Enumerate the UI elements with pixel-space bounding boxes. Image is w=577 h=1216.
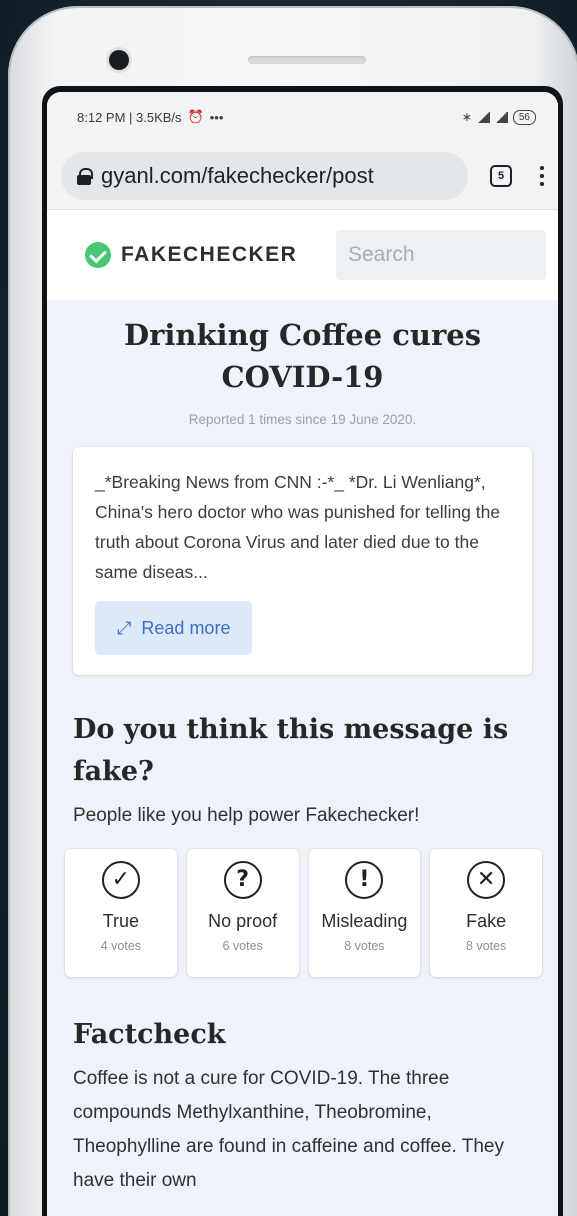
vote-option-true[interactable]: ✓ True 4 votes <box>65 849 177 977</box>
more-menu-icon[interactable] <box>540 165 544 186</box>
message-card: _*Breaking News from CNN :-*_ *Dr. Li We… <box>73 447 532 675</box>
reported-info: Reported 1 times since 19 June 2020. <box>188 412 417 427</box>
address-bar[interactable]: gyanl.com/fakechecker/post <box>61 151 468 200</box>
tabs-icon[interactable]: 5 <box>490 164 512 187</box>
phone-screen: 8:12 PM | 3.5KB/s ⏰ ••• ∗ 56 gyanl.com/f… <box>42 86 563 1216</box>
site-header: FAKECHECKER <box>47 210 558 300</box>
menu-dot <box>540 181 544 186</box>
vote-label: Fake <box>466 911 507 931</box>
brand-name: FAKECHECKER <box>121 243 298 266</box>
phone-frame: 8:12 PM | 3.5KB/s ⏰ ••• ∗ 56 gyanl.com/f… <box>8 6 577 1216</box>
vote-heading: Do you think this message is fake? <box>73 714 509 787</box>
site-logo[interactable]: FAKECHECKER <box>85 242 297 268</box>
alarm-icon: ⏰ <box>187 109 204 124</box>
status-left: 8:12 PM | 3.5KB/s ⏰ ••• <box>77 109 223 125</box>
vote-count: 8 votes <box>465 939 507 953</box>
vote-options: ✓ True 4 votes ? No proof 6 votes ! Misl… <box>65 849 542 977</box>
status-more: ••• <box>209 109 224 125</box>
display: 8:12 PM | 3.5KB/s ⏰ ••• ∗ 56 gyanl.com/f… <box>47 92 558 1216</box>
vote-option-misleading[interactable]: ! Misleading 8 votes <box>308 849 421 977</box>
browser-toolbar: gyanl.com/fakechecker/post 5 <box>47 142 558 210</box>
search-input[interactable] <box>336 230 546 280</box>
factcheck-text: Coffee is not a cure for COVID-19. The t… <box>73 1068 504 1191</box>
vote-count: 4 votes <box>100 939 142 953</box>
read-more-label: Read more <box>141 617 231 638</box>
check-badge-icon <box>85 242 111 268</box>
post-title: Drinking Coffee cures COVID-19 <box>123 318 482 394</box>
vote-count: 6 votes <box>222 939 263 953</box>
vote-label: True <box>102 911 140 931</box>
status-bar: 8:12 PM | 3.5KB/s ⏰ ••• ∗ 56 <box>47 92 558 142</box>
check-circle-icon: ✓ <box>101 861 140 899</box>
expand-icon: ⤢ <box>117 617 132 638</box>
vote-count: 8 votes <box>344 939 385 953</box>
read-more-button[interactable]: ⤢ Read more <box>95 601 253 655</box>
signal-2-icon <box>494 111 508 123</box>
question-circle-icon: ? <box>223 861 262 899</box>
menu-dot <box>540 173 544 178</box>
message-text: _*Breaking News from CNN :-*_ *Dr. Li We… <box>95 472 501 582</box>
status-right: ∗ 56 <box>461 109 536 125</box>
factcheck-heading: Factcheck <box>73 1019 226 1050</box>
vote-subheading: People like you help power Fakechecker! <box>73 805 420 826</box>
status-time: 8:12 PM | 3.5KB/s <box>77 109 182 125</box>
front-camera <box>109 50 129 70</box>
earpiece-speaker <box>248 56 366 64</box>
vote-label: No proof <box>208 911 278 931</box>
exclamation-circle-icon: ! <box>345 861 384 899</box>
vote-label: Misleading <box>321 911 408 931</box>
vote-option-fake[interactable]: ✕ Fake 8 votes <box>430 849 542 977</box>
lock-icon[interactable] <box>77 167 93 185</box>
battery-icon: 56 <box>512 109 536 125</box>
menu-dot <box>540 165 544 170</box>
x-circle-icon: ✕ <box>467 861 506 899</box>
bluetooth-icon: ∗ <box>461 110 472 124</box>
url-text: gyanl.com/fakechecker/post <box>101 162 374 188</box>
signal-icon <box>476 111 490 123</box>
main-content: Drinking Coffee cures COVID-19 Reported … <box>47 314 558 1198</box>
vote-option-no-proof[interactable]: ? No proof 6 votes <box>186 849 299 977</box>
